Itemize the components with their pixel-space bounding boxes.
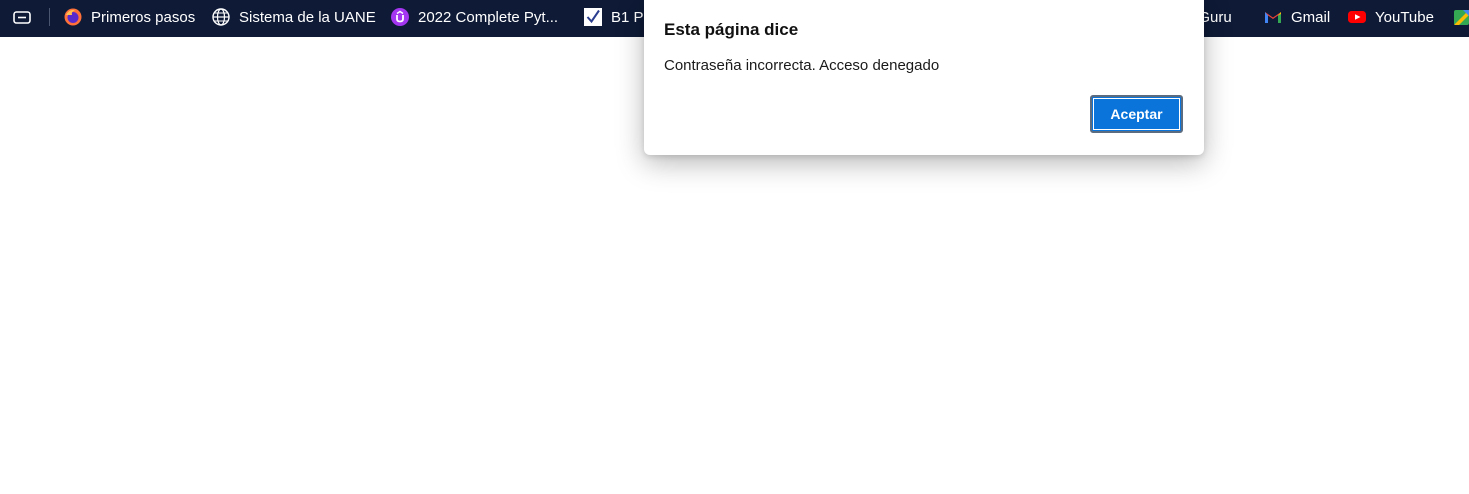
youtube-icon [1347, 7, 1367, 27]
accept-button[interactable]: Aceptar [1090, 95, 1183, 133]
alert-dialog: Esta página dice Contraseña incorrecta. … [644, 0, 1204, 155]
gmail-icon [1263, 7, 1283, 27]
bookmark-label: Gmail [1291, 8, 1331, 26]
bookmark-primeros-pasos[interactable]: Primeros pasos [63, 0, 195, 34]
bookmark-label: B1 Pr [611, 8, 649, 26]
maps-icon [1453, 7, 1469, 27]
bookmark-label: YouTube [1375, 8, 1434, 26]
tablet-icon [12, 7, 32, 27]
bookmark-label: 2022 Complete Pyt... [418, 8, 559, 26]
bookmark-label: Primeros pasos [91, 8, 196, 26]
bookmark-b1[interactable]: B1 Pr [583, 0, 649, 34]
bookmarks-separator [49, 8, 50, 26]
bookmark-maps[interactable] [1453, 0, 1469, 34]
udemy-icon [390, 7, 410, 27]
globe-icon [211, 7, 231, 27]
checkbox-icon [583, 7, 603, 27]
firefox-icon [63, 7, 83, 27]
bookmark-python-course[interactable]: 2022 Complete Pyt... [390, 0, 558, 34]
bookmark-label: Sistema de la UANE [239, 8, 376, 26]
dialog-title: Esta página dice [664, 20, 799, 39]
dialog-message: Contraseña incorrecta. Acceso denegado [664, 57, 940, 74]
bookmark-youtube[interactable]: YouTube [1347, 0, 1434, 34]
reading-list-icon[interactable] [12, 0, 40, 34]
bookmark-sistema-uane[interactable]: Sistema de la UANE [211, 0, 376, 34]
bookmark-gmail[interactable]: Gmail [1263, 0, 1330, 34]
